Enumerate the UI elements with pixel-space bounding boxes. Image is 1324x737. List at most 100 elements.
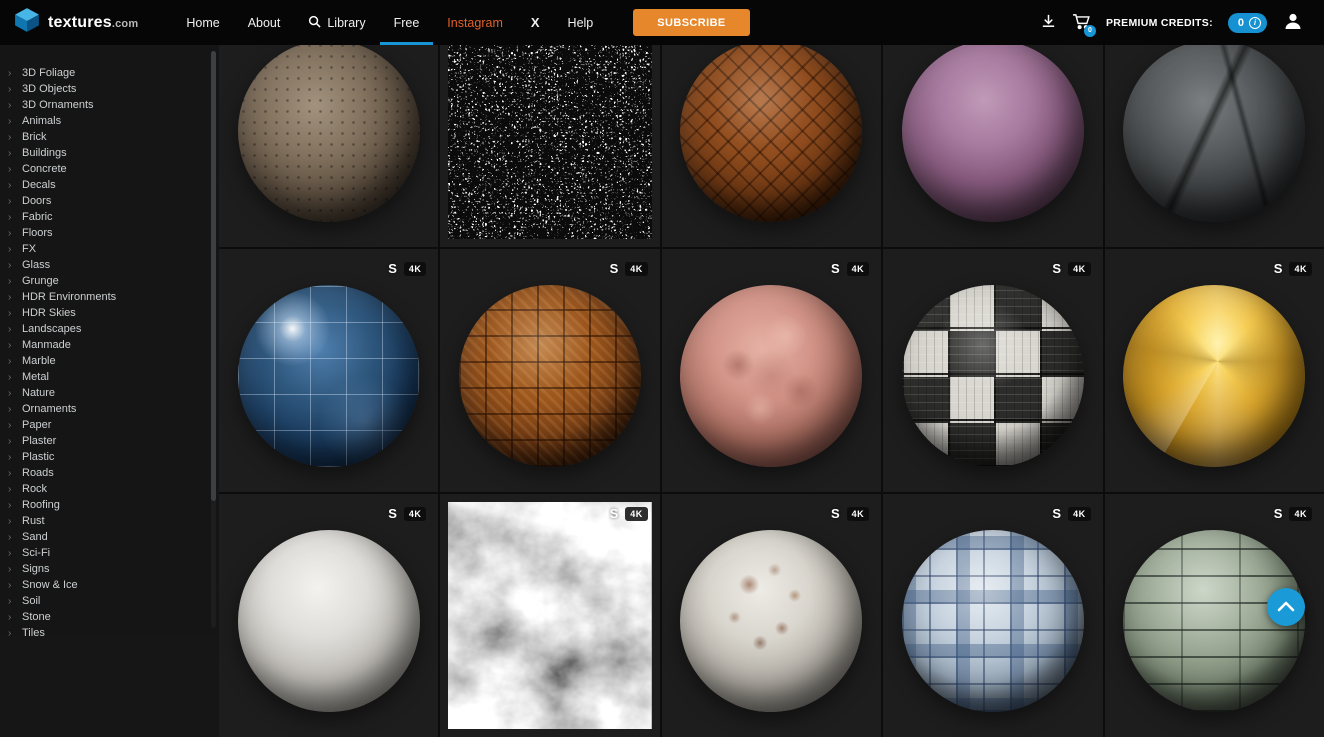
- sidebar-item-fabric[interactable]: ›Fabric: [0, 209, 219, 225]
- scrollbar-thumb[interactable]: [211, 51, 216, 501]
- chevron-right-icon: ›: [8, 196, 16, 207]
- tile-badges: S4K: [388, 261, 426, 276]
- scroll-to-top-button[interactable]: [1267, 588, 1305, 626]
- sidebar-item-hdr-environments[interactable]: ›HDR Environments: [0, 289, 219, 305]
- info-icon[interactable]: i: [1249, 17, 1261, 29]
- sidebar-item-plaster[interactable]: ›Plaster: [0, 433, 219, 449]
- sidebar-item-paper[interactable]: ›Paper: [0, 417, 219, 433]
- nav-item-label: About: [248, 16, 281, 30]
- chevron-right-icon: ›: [8, 468, 16, 479]
- sidebar-item-soil[interactable]: ›Soil: [0, 593, 219, 609]
- chevron-right-icon: ›: [8, 132, 16, 143]
- texture-tile-gold-foil[interactable]: S4K: [1105, 249, 1324, 492]
- gold-foil-preview: [1123, 285, 1305, 467]
- sidebar-item-metal[interactable]: ›Metal: [0, 369, 219, 385]
- chevron-right-icon: ›: [8, 404, 16, 415]
- texture-tile-geometric-tiles[interactable]: S4K: [883, 249, 1102, 492]
- texture-tile-flesh[interactable]: S4K: [662, 249, 881, 492]
- sidebar-item-decals[interactable]: ›Decals: [0, 177, 219, 193]
- sidebar-item-tiles[interactable]: ›Tiles: [0, 625, 219, 641]
- sidebar-item-animals[interactable]: ›Animals: [0, 113, 219, 129]
- nav-item-free[interactable]: Free: [380, 0, 434, 45]
- sidebar-item-rock[interactable]: ›Rock: [0, 481, 219, 497]
- category-label: Sci-Fi: [22, 547, 50, 559]
- cart-button[interactable]: 0: [1072, 13, 1091, 33]
- tile-badges: S4K: [610, 506, 648, 521]
- sidebar-item-ornaments[interactable]: › Ornaments: [0, 401, 219, 417]
- category-label: Nature: [22, 387, 55, 399]
- texture-tile-white-plaster[interactable]: S4K: [219, 494, 438, 737]
- sidebar-item-grunge[interactable]: ›Grunge: [0, 273, 219, 289]
- sidebar-item-brick[interactable]: ›Brick: [0, 129, 219, 145]
- sidebar-item-signs[interactable]: ›Signs: [0, 561, 219, 577]
- chevron-right-icon: ›: [8, 180, 16, 191]
- wood-parquet-preview: [459, 285, 641, 467]
- sidebar-item-concrete[interactable]: ›Concrete: [0, 161, 219, 177]
- sidebar-item-roofing[interactable]: ›Roofing: [0, 497, 219, 513]
- sidebar-item-fx[interactable]: ›FX: [0, 241, 219, 257]
- sidebar-scrollbar[interactable]: [211, 51, 216, 628]
- chevron-right-icon: ›: [8, 628, 16, 639]
- account-icon: [1282, 10, 1304, 35]
- tile-badges: S4K: [831, 506, 869, 521]
- sidebar-item-3d-ornaments[interactable]: ›3D Ornaments: [0, 97, 219, 113]
- nav-item-library[interactable]: Library: [294, 0, 379, 45]
- sidebar-item-landscapes[interactable]: ›Landscapes: [0, 321, 219, 337]
- category-label: Manmade: [22, 339, 71, 351]
- brand-logo[interactable]: textures.com: [14, 7, 138, 38]
- cart-count-badge: 0: [1084, 25, 1096, 37]
- nav-item-about[interactable]: About: [234, 0, 295, 45]
- sidebar-item-marble[interactable]: ›Marble: [0, 353, 219, 369]
- texture-tile-grunge-concrete[interactable]: S4K: [440, 494, 659, 737]
- category-list: ›3D Foliage › 3D Objects ›3D Ornaments›Anim…: [0, 45, 219, 641]
- texture-tile-solar-panel[interactable]: S4K: [219, 249, 438, 492]
- tile-badges: S4K: [831, 261, 869, 276]
- sidebar-item-doors[interactable]: › Doors: [0, 193, 219, 209]
- category-label: Marble: [22, 355, 56, 367]
- texture-tile-plaid-fabric[interactable]: S4K: [883, 494, 1102, 737]
- category-label: 3D Objects: [22, 83, 76, 95]
- substance-icon: S: [610, 506, 619, 521]
- account-button[interactable]: [1282, 10, 1304, 35]
- category-label: Roads: [22, 467, 54, 479]
- sidebar-item-floors[interactable]: ›Floors: [0, 225, 219, 241]
- chevron-right-icon: ›: [8, 148, 16, 159]
- nav-item-help[interactable]: Help: [554, 0, 608, 45]
- sidebar-item-nature[interactable]: ›Nature: [0, 385, 219, 401]
- chevron-right-icon: ›: [8, 84, 16, 95]
- sidebar-item-stone[interactable]: ›Stone: [0, 609, 219, 625]
- sidebar-item-sand[interactable]: ›Sand: [0, 529, 219, 545]
- nav-item-label: Free: [394, 16, 420, 30]
- sidebar-item-glass[interactable]: ›Glass: [0, 257, 219, 273]
- category-label: Doors: [22, 195, 51, 207]
- sidebar-item-manmade[interactable]: › Manmade: [0, 337, 219, 353]
- sidebar-item-plastic[interactable]: ›Plastic: [0, 449, 219, 465]
- sidebar-item-3d-foliage[interactable]: ›3D Foliage: [0, 65, 219, 81]
- solar-panel-preview: [238, 285, 420, 467]
- nav-item-instagram[interactable]: Instagram: [433, 0, 517, 45]
- navbar-right: 0 PREMIUM CREDITS: 0 i: [1040, 10, 1324, 35]
- category-label: Buildings: [22, 147, 67, 159]
- texture-tile-wood-parquet[interactable]: S4K: [440, 249, 659, 492]
- sidebar-item-buildings[interactable]: › Buildings: [0, 145, 219, 161]
- premium-credits-pill[interactable]: 0 i: [1228, 13, 1267, 33]
- sidebar-item-hdr-skies[interactable]: ›HDR Skies: [0, 305, 219, 321]
- chevron-right-icon: ›: [8, 244, 16, 255]
- chevron-right-icon: ›: [8, 324, 16, 335]
- texture-tile-rust-spotted-plaster[interactable]: S4K: [662, 494, 881, 737]
- download-button[interactable]: [1040, 13, 1057, 33]
- sidebar-item-3d-objects[interactable]: › 3D Objects: [0, 81, 219, 97]
- sidebar-item-snow-ice[interactable]: ›Snow & Ice: [0, 577, 219, 593]
- sidebar-item-rust[interactable]: ›Rust: [0, 513, 219, 529]
- chevron-right-icon: ›: [8, 340, 16, 351]
- tile-badges: S4K: [1274, 261, 1312, 276]
- badge-4k: 4K: [404, 262, 427, 276]
- category-label: Plaster: [22, 435, 56, 447]
- nav-item-x[interactable]: X: [517, 0, 554, 45]
- sidebar-item-roads[interactable]: › Roads: [0, 465, 219, 481]
- category-label: Ornaments: [22, 403, 76, 415]
- download-icon: [1040, 13, 1057, 33]
- nav-item-home[interactable]: Home: [172, 0, 233, 45]
- subscribe-button[interactable]: SUBSCRIBE: [633, 9, 749, 36]
- sidebar-item-sci-fi[interactable]: ›Sci-Fi: [0, 545, 219, 561]
